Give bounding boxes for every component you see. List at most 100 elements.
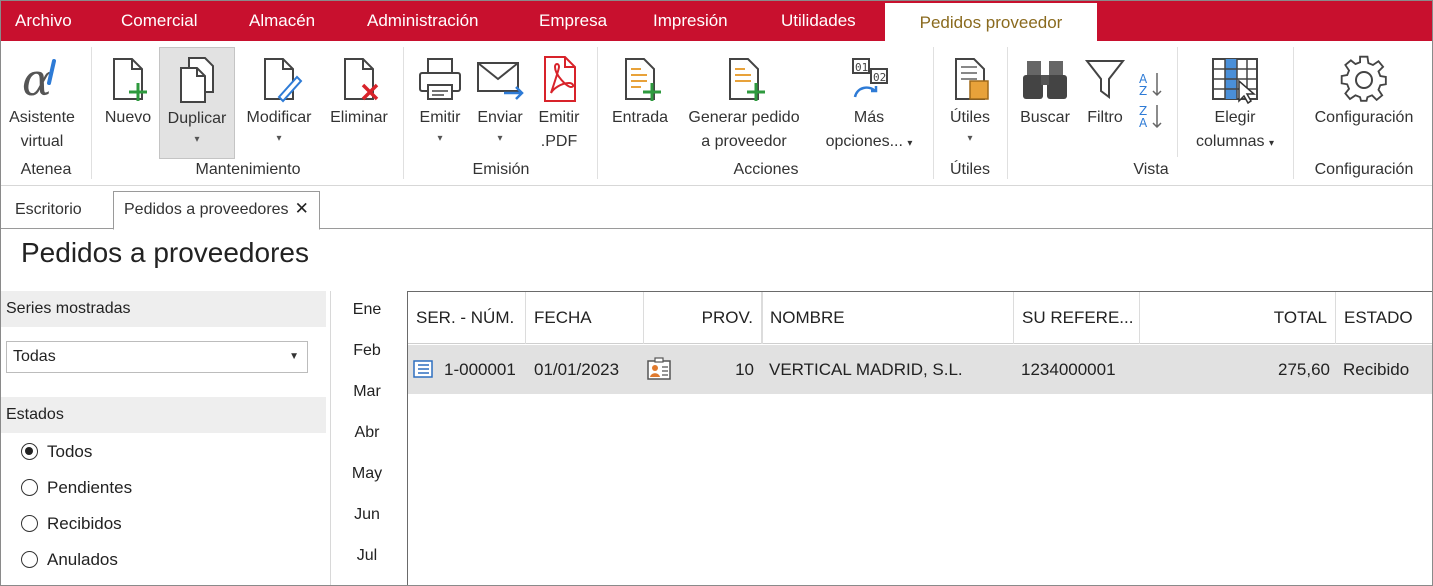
cell-nombre: VERTICAL MADRID, S.L. [769,360,963,379]
col-ser-num[interactable]: SER. - NÚM. [408,292,526,344]
utiles-button[interactable]: Útiles ▾ [941,47,999,159]
enviar-button[interactable]: Enviar ▾ [471,47,529,159]
group-utiles-label: Útiles [949,161,990,178]
menu-pedidos-proveedor[interactable]: Pedidos proveedor [885,1,1097,41]
ribbon-separator [933,47,934,179]
tab-pedidos-label: Pedidos a proveedores [124,201,289,218]
sort-icon: A Z Z A [1139,72,1162,130]
menu-empresa[interactable]: Empresa [539,1,607,41]
radio-todos[interactable]: Todos [21,441,92,465]
series-header: Series mostradas [1,291,326,327]
svg-text:02: 02 [873,71,886,84]
binoculars-icon [1023,61,1067,99]
filter-icon [1084,60,1126,99]
mas-label-2: opciones... [825,133,903,150]
eliminar-button[interactable]: Eliminar [323,47,395,159]
menu-bar: Archivo Comercial Almacén Administración… [1,1,1432,41]
group-configuracion-label: Configuración [1314,161,1414,178]
ribbon-separator [1007,47,1008,179]
month-feb[interactable]: Feb [337,342,397,360]
modificar-label: Modificar [246,109,312,126]
series-select[interactable]: Todas ▼ [6,341,308,373]
new-document-icon [113,58,147,101]
enviar-label: Enviar [477,109,523,126]
eliminar-label: Eliminar [330,109,388,126]
configuracion-button[interactable]: Configuración [1301,47,1427,159]
month-may[interactable]: May [337,465,397,483]
elegir-label-1: Elegir [1214,109,1256,126]
ribbon-separator [91,47,92,179]
chevron-down-icon: ▾ [437,133,443,144]
ribbon-separator [1293,47,1294,179]
more-options-icon: 01 02 [852,58,888,98]
send-mail-icon [477,62,524,100]
menu-almacen[interactable]: Almacén [249,1,315,41]
app-window: Archivo Comercial Almacén Administración… [0,0,1433,586]
col-nombre[interactable]: NOMBRE [762,292,1014,344]
edit-document-icon [264,58,303,103]
entrada-button[interactable]: Entrada [605,47,675,159]
cell-estado: Recibido [1343,360,1410,379]
ribbon: α Asistente virtual Atenea Nuevo Duplica… [1,41,1432,186]
asistente-virtual-button[interactable]: α Asistente virtual [3,47,81,159]
group-emision-label: Emisión [472,161,530,178]
ribbon-separator [597,47,598,179]
col-estado[interactable]: ESTADO [1336,292,1432,344]
configuracion-label: Configuración [1314,109,1414,126]
radio-todos-label: Todos [47,442,93,461]
close-icon[interactable]: ✕ [295,199,309,218]
month-jun[interactable]: Jun [337,506,397,524]
buscar-button[interactable]: Buscar [1015,47,1075,159]
sort-button[interactable]: A Z Z A [1133,47,1169,130]
estados-header: Estados [1,397,326,433]
group-mantenimiento-label: Mantenimiento [195,161,301,178]
modificar-button[interactable]: Modificar ▾ [239,47,319,159]
mas-opciones-button[interactable]: 01 02 Más opciones... ▾ [815,47,923,159]
generar-pedido-button[interactable]: Generar pedido a proveedor [679,47,809,159]
chevron-down-icon: ▾ [907,138,913,149]
page-title: Pedidos a proveedores [21,237,309,268]
emitir-label: Emitir [419,109,461,126]
svg-text:α: α [22,55,52,105]
menu-utilidades[interactable]: Utilidades [781,1,856,41]
menu-archivo[interactable]: Archivo [15,1,72,41]
radio-pendientes-label: Pendientes [47,478,133,497]
ribbon-separator [1177,47,1178,157]
document-tabs: Escritorio Pedidos a proveedores ✕ [1,187,1432,230]
group-acciones-label: Acciones [733,161,799,178]
radio-pendientes[interactable]: Pendientes [21,477,132,501]
month-abr[interactable]: Abr [337,424,397,442]
col-fecha[interactable]: FECHA [526,292,644,344]
delete-document-icon [344,58,379,101]
radio-anulados[interactable]: Anulados [21,549,118,573]
gear-icon [1340,55,1387,102]
asistente-label-2: virtual [20,133,64,150]
chevron-down-icon: ▾ [1268,138,1274,149]
filtro-button[interactable]: Filtro [1079,47,1131,159]
tools-icon [955,58,989,100]
col-total[interactable]: TOTAL [1140,292,1336,344]
month-mar[interactable]: Mar [337,383,397,401]
emitir-pdf-button[interactable]: Emitir .PDF [531,47,587,159]
tab-escritorio[interactable]: Escritorio [13,193,84,229]
month-jul[interactable]: Jul [337,547,397,565]
chevron-down-icon: ▾ [967,133,973,144]
elegir-columnas-button[interactable]: Elegir columnas ▾ [1185,47,1285,159]
menu-impresion[interactable]: Impresión [653,1,728,41]
chevron-down-icon: ▾ [497,133,503,144]
emitir-button[interactable]: Emitir ▾ [411,47,469,159]
col-su-referencia[interactable]: SU REFERE... [1014,292,1140,344]
chevron-down-icon: ▾ [276,133,282,144]
svg-text:A: A [1139,116,1148,130]
cell-prov: 10 [735,360,754,379]
nuevo-button[interactable]: Nuevo [99,47,157,159]
columns-icon [1212,58,1258,105]
menu-administracion[interactable]: Administración [367,1,479,41]
tab-pedidos-a-proveedores[interactable]: Pedidos a proveedores ✕ [113,191,320,230]
radio-recibidos[interactable]: Recibidos [21,513,122,537]
menu-comercial[interactable]: Comercial [121,1,198,41]
col-prov[interactable]: PROV. [644,292,762,344]
month-ene[interactable]: Ene [337,301,397,319]
duplicar-button[interactable]: Duplicar ▾ [159,47,235,159]
table-row[interactable]: 1-000001 01/01/2023 10 VERTICAL MADRID, … [408,345,1432,394]
